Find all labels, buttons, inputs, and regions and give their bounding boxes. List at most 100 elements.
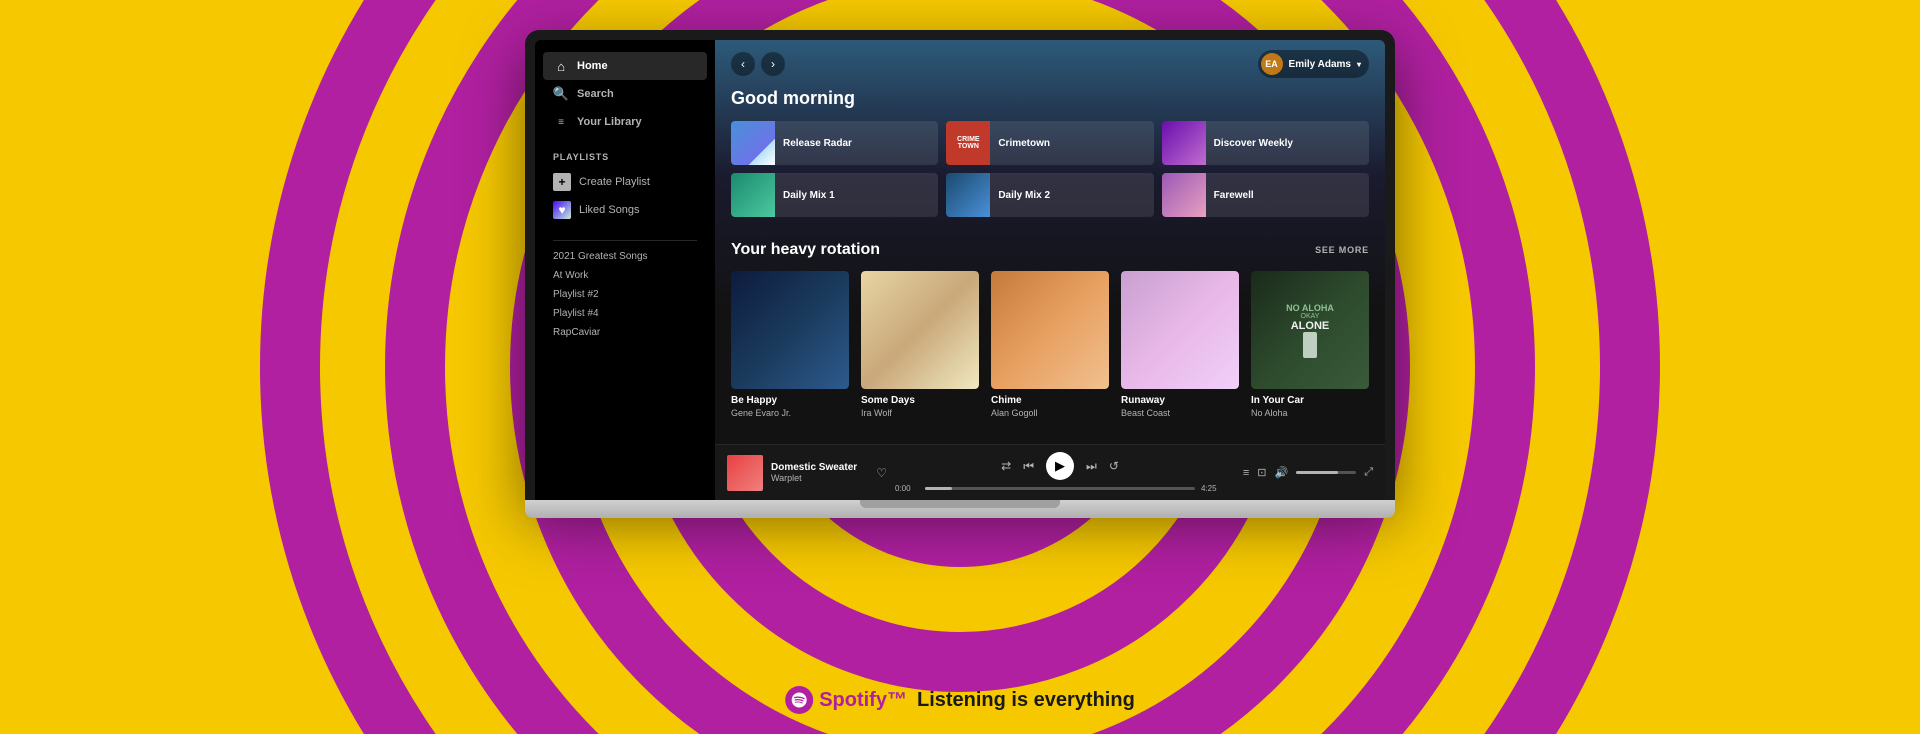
like-button[interactable]: ♡ (876, 466, 887, 480)
playlist-item-3[interactable]: Playlist #2 (553, 287, 697, 302)
rotation-title: Your heavy rotation (731, 241, 880, 259)
now-playing-text: Domestic Sweater Warplet (771, 462, 868, 483)
now-playing-art (727, 455, 763, 491)
sidebar-item-home[interactable]: ⌂ Home (543, 52, 707, 80)
rotation-card-chime[interactable]: Chime Alan Gogoll (991, 271, 1109, 418)
create-playlist-icon: + (553, 173, 571, 191)
spotify-name: Spotify™ (819, 689, 907, 712)
back-button[interactable]: ‹ (731, 52, 755, 76)
be-happy-art (731, 271, 849, 389)
crimetown-art: CRIME TOWN (946, 121, 990, 165)
daily-mix-1-title: Daily Mix 1 (783, 190, 835, 201)
liked-songs-action[interactable]: ♥ Liked Songs (543, 196, 707, 224)
user-avatar: EA (1261, 53, 1283, 75)
playlist-item-4[interactable]: Playlist #4 (553, 306, 697, 321)
forward-button[interactable]: › (761, 52, 785, 76)
sidebar-home-label: Home (577, 60, 608, 72)
runaway-title: Runaway (1121, 395, 1239, 406)
sidebar-nav: ⌂ Home 🔍 Search ≡ Your Library (535, 52, 715, 136)
rotation-grid: Be Happy Gene Evaro Jr. Some Days Ira Wo… (731, 271, 1369, 418)
discover-weekly-title: Discover Weekly (1214, 138, 1293, 149)
daily-mix-1-art (731, 173, 775, 217)
in-your-car-artist: No Aloha (1251, 408, 1369, 418)
next-button[interactable]: ⏭ (1086, 459, 1097, 474)
sidebar-search-label: Search (577, 88, 614, 100)
branding-section: Spotify™ Listening is everything (785, 686, 1135, 714)
user-menu[interactable]: EA Emily Adams ▾ (1258, 50, 1369, 78)
be-happy-artist: Gene Evaro Jr. (731, 408, 849, 418)
playlist-item-1[interactable]: 2021 Greatest Songs (553, 249, 697, 264)
volume-bar[interactable] (1296, 471, 1356, 474)
laptop-screen-outer: ⌂ Home 🔍 Search ≡ Your Library PLAYLISTS (525, 30, 1395, 500)
previous-button[interactable]: ⏮ (1023, 459, 1034, 474)
runaway-art (1121, 271, 1239, 389)
current-time: 0:00 (895, 484, 919, 493)
user-dropdown-icon: ▾ (1357, 60, 1361, 69)
main-content: ‹ › EA Emily Adams ▾ Good morning (715, 40, 1385, 500)
some-days-title: Some Days (861, 395, 979, 406)
some-days-art (861, 271, 979, 389)
greeting-title: Good morning (731, 88, 1369, 109)
in-your-car-title: In Your Car (1251, 395, 1369, 406)
morning-card-daily-mix-2[interactable]: Daily Mix 2 (946, 173, 1153, 217)
progress-fill (925, 487, 952, 490)
in-your-car-art: NO ALOHA OKAY ALONE (1251, 271, 1369, 389)
some-days-artist: Ira Wolf (861, 408, 979, 418)
sidebar-divider (553, 240, 697, 241)
now-playing-title: Domestic Sweater (771, 462, 868, 473)
scroll-area[interactable]: Good morning Release Radar CRIM (715, 88, 1385, 444)
chime-art (991, 271, 1109, 389)
sidebar-item-search[interactable]: 🔍 Search (543, 80, 707, 108)
crimetown-title: Crimetown (998, 138, 1050, 149)
queue-button[interactable]: ≡ (1243, 467, 1249, 479)
daily-mix-2-title: Daily Mix 2 (998, 190, 1050, 201)
control-buttons: ⇄ ⏮ ▶ ⏭ ↺ (1001, 452, 1119, 480)
user-name: Emily Adams (1289, 59, 1351, 70)
morning-grid: Release Radar CRIME TOWN Crimetown (731, 121, 1369, 217)
repeat-button[interactable]: ↺ (1109, 459, 1119, 473)
volume-button[interactable]: 🔊 (1274, 466, 1288, 479)
now-playing-artist: Warplet (771, 473, 868, 483)
rotation-card-some-days[interactable]: Some Days Ira Wolf (861, 271, 979, 418)
playlists-section-label: PLAYLISTS (535, 152, 715, 162)
create-playlist-label: Create Playlist (579, 176, 650, 188)
playlist-list: 2021 Greatest Songs At Work Playlist #2 … (535, 249, 715, 340)
fullscreen-button[interactable]: ⤢ (1364, 466, 1373, 479)
rotation-section-header: Your heavy rotation SEE MORE (731, 241, 1369, 259)
morning-card-release-radar[interactable]: Release Radar (731, 121, 938, 165)
laptop-base (525, 500, 1395, 518)
play-pause-button[interactable]: ▶ (1046, 452, 1074, 480)
library-icon: ≡ (553, 114, 569, 130)
now-playing-info: Domestic Sweater Warplet ♡ (727, 455, 887, 491)
chime-artist: Alan Gogoll (991, 408, 1109, 418)
create-playlist-action[interactable]: + Create Playlist (543, 168, 707, 196)
chime-title: Chime (991, 395, 1109, 406)
morning-card-crimetown[interactable]: CRIME TOWN Crimetown (946, 121, 1153, 165)
progress-track[interactable] (925, 487, 1195, 490)
morning-card-farewell[interactable]: Farewell (1162, 173, 1369, 217)
sidebar-playlist-actions: + Create Playlist ♥ Liked Songs (535, 168, 715, 224)
release-radar-title: Release Radar (783, 138, 852, 149)
discover-weekly-art (1162, 121, 1206, 165)
morning-card-daily-mix-1[interactable]: Daily Mix 1 (731, 173, 938, 217)
now-playing-bar: Domestic Sweater Warplet ♡ ⇄ ⏮ ▶ ⏭ ↺ (715, 444, 1385, 500)
liked-songs-icon: ♥ (553, 201, 571, 219)
see-more-button[interactable]: SEE MORE (1315, 245, 1369, 255)
branding-tagline: Listening is everything (917, 689, 1135, 712)
sidebar: ⌂ Home 🔍 Search ≡ Your Library PLAYLISTS (535, 40, 715, 500)
playlist-item-5[interactable]: RapCaviar (553, 325, 697, 340)
devices-button[interactable]: ⊡ (1257, 466, 1266, 479)
laptop-device: ⌂ Home 🔍 Search ≡ Your Library PLAYLISTS (525, 30, 1395, 518)
sidebar-item-library[interactable]: ≡ Your Library (543, 108, 707, 136)
morning-card-discover-weekly[interactable]: Discover Weekly (1162, 121, 1369, 165)
daily-mix-2-art (946, 173, 990, 217)
rotation-card-in-your-car[interactable]: NO ALOHA OKAY ALONE In Your Car No Aloha (1251, 271, 1369, 418)
shuffle-button[interactable]: ⇄ (1001, 459, 1011, 473)
release-radar-art (731, 121, 775, 165)
laptop-base-notch (860, 500, 1060, 508)
rotation-card-be-happy[interactable]: Be Happy Gene Evaro Jr. (731, 271, 849, 418)
farewell-art (1162, 173, 1206, 217)
search-icon: 🔍 (553, 86, 569, 102)
rotation-card-runaway[interactable]: Runaway Beast Coast (1121, 271, 1239, 418)
playlist-item-2[interactable]: At Work (553, 268, 697, 283)
